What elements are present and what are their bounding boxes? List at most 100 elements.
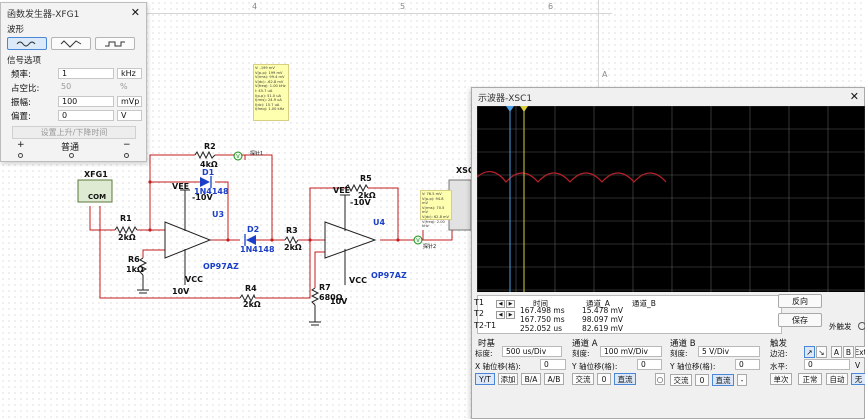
channel-b-dc-button[interactable]: 直流 xyxy=(712,374,734,386)
t1-right-arrow-icon[interactable]: ▶ xyxy=(506,300,515,308)
vcc2-value: 10V xyxy=(330,297,348,306)
oscilloscope-screen[interactable] xyxy=(476,105,865,292)
function-generator-window[interactable]: 函数发生器-XFG1 ✕ 波形 信号选项 频率: 1 kHz 占空比: 50 %… xyxy=(0,2,147,162)
r5-label: R5 xyxy=(360,174,372,183)
probe2-line: V(dc): 62.8 mV xyxy=(422,214,449,219)
xsc1-instrument xyxy=(448,179,472,231)
square-wave-button[interactable] xyxy=(95,37,135,50)
close-icon[interactable]: ✕ xyxy=(131,6,140,19)
x-position-field[interactable]: 0 xyxy=(540,359,566,370)
channel-a-position-field[interactable]: 0 xyxy=(637,359,662,370)
fg-title[interactable]: 函数发生器-XFG1 xyxy=(1,3,146,23)
d1-label: D1 xyxy=(202,168,215,177)
offset-input[interactable]: 0 xyxy=(58,110,114,121)
fg-terminals: + 普通 − xyxy=(1,139,146,161)
t2-right-arrow-icon[interactable]: ▶ xyxy=(506,311,515,319)
r6-value: 1kΩ xyxy=(126,265,144,274)
common-terminal-icon[interactable] xyxy=(69,153,74,158)
edge-label: 边沿: xyxy=(770,349,788,358)
offset-row: 偏置: 0 V xyxy=(11,109,146,122)
frequency-row: 频率: 1 kHz xyxy=(11,67,146,80)
channel-b-scale-field[interactable]: 5 V/Div xyxy=(698,346,760,357)
channel-a-trace xyxy=(476,171,667,183)
offset-label: 偏置: xyxy=(11,111,31,122)
trigger-b-button[interactable]: B xyxy=(843,346,854,358)
vee2-label: VEE xyxy=(333,186,351,195)
single-trigger-button[interactable]: 单次 xyxy=(770,373,792,385)
timebase-scale-field[interactable]: 500 us/Div xyxy=(502,346,562,357)
channel-a-dc-button[interactable]: 直流 xyxy=(614,373,636,385)
channel-a-zero-button[interactable]: 0 xyxy=(597,373,611,385)
no-trigger-button[interactable]: 无 xyxy=(851,373,865,385)
t1-left-arrow-icon[interactable]: ◀ xyxy=(496,300,505,308)
normal-trigger-button[interactable]: 正常 xyxy=(798,373,822,385)
t2-left-arrow-icon[interactable]: ◀ xyxy=(496,311,505,319)
minus-terminal-icon[interactable] xyxy=(124,153,129,158)
channel-a-scale-label: 刻度: xyxy=(572,349,590,358)
trigger-ext-button[interactable]: Ext xyxy=(855,346,865,358)
amp-unit-select[interactable]: mVp xyxy=(117,96,142,107)
t1-channel-a: 15.478 mV xyxy=(582,306,624,315)
channel-a-ac-button[interactable]: 交流 xyxy=(572,373,594,385)
ext-trigger-label: 外触发 xyxy=(829,322,852,331)
r4-value: 2kΩ xyxy=(243,300,261,309)
close-icon[interactable]: ✕ xyxy=(850,90,859,103)
channel-b-dash-button[interactable]: - xyxy=(737,374,747,386)
hdr-channel-b: 通道_B xyxy=(632,299,656,308)
r3-value: 2kΩ xyxy=(284,243,302,252)
duty-input: 50 xyxy=(61,82,72,91)
auto-trigger-button[interactable]: 自动 xyxy=(826,373,848,385)
vee1-label: VEE xyxy=(172,182,190,191)
plus-terminal-icon[interactable] xyxy=(18,153,23,158)
triangle-wave-button[interactable] xyxy=(51,37,91,50)
freq-label: 频率: xyxy=(11,69,31,80)
cursor-t2-marker xyxy=(520,106,528,112)
vcc2-label: VCC xyxy=(349,276,367,285)
add-mode-button[interactable]: 添加 xyxy=(498,373,518,385)
rising-edge-icon[interactable]: ↗ xyxy=(804,346,815,358)
yt-mode-button[interactable]: Y/T xyxy=(475,373,495,385)
x-position-label: X 轴位移(格): xyxy=(475,362,521,371)
channel-a-ground-icon[interactable]: ○ xyxy=(655,373,665,385)
t2-t1-channel-a: 82.619 mV xyxy=(582,324,624,333)
t2-time: 167.750 ms xyxy=(520,315,565,324)
channel-b-position-label: Y 轴位移(格): xyxy=(670,362,716,371)
probe2-line: V(p-p): 94.8 mV xyxy=(422,196,444,206)
waveform-buttons xyxy=(1,35,146,52)
freq-unit-select[interactable]: kHz xyxy=(117,68,142,79)
u4-value: OP97AZ xyxy=(371,271,407,280)
channel-a-scale-field[interactable]: 100 mV/Div xyxy=(600,346,662,357)
osc-title[interactable]: 示波器-XSC1 xyxy=(472,88,864,106)
probe2-label: 探针2 xyxy=(423,244,437,250)
oscilloscope-window[interactable]: 示波器-XSC1 ✕ 时间 通道_A 通道_B T1 T2 T2-T1 ◀ ▶ … xyxy=(471,87,865,419)
amplitude-row: 振幅: 100 mVp xyxy=(11,95,146,108)
amp-input[interactable]: 100 xyxy=(58,96,114,107)
channel-b-zero-button[interactable]: 0 xyxy=(695,374,709,386)
save-button[interactable]: 保存 xyxy=(778,313,822,327)
scope-display xyxy=(476,105,865,292)
channel-b-position-field[interactable]: 0 xyxy=(735,359,760,370)
duty-row: 占空比: 50 % xyxy=(11,81,146,94)
channel-b-ac-button[interactable]: 交流 xyxy=(670,374,692,386)
offset-unit-select[interactable]: V xyxy=(117,110,142,121)
r6-label: R6 xyxy=(128,255,140,264)
ab-mode-button[interactable]: A/B xyxy=(544,373,564,385)
probe1-line: I(freq): 1.00 kHz xyxy=(255,107,285,112)
trigger-level-field[interactable]: 0 xyxy=(804,359,850,370)
square-wave-icon xyxy=(105,41,125,46)
ba-mode-button[interactable]: B/A xyxy=(521,373,541,385)
probe1-label: 探针1 xyxy=(250,151,264,157)
d2-label: D2 xyxy=(247,225,260,234)
duty-unit: % xyxy=(120,82,128,91)
trigger-level-unit: V xyxy=(855,361,861,370)
trigger-a-button[interactable]: A xyxy=(831,346,842,358)
minus-terminal-label: − xyxy=(123,140,131,150)
probe2-line: V(freq): 2.00 kHz xyxy=(422,219,445,229)
freq-input[interactable]: 1 xyxy=(58,68,114,79)
reverse-button[interactable]: 反向 xyxy=(778,294,822,308)
xfg1-label: XFG1 xyxy=(84,170,108,179)
channel-b-scale-label: 刻度: xyxy=(670,349,688,358)
sine-wave-button[interactable] xyxy=(7,37,47,50)
ext-trigger-terminal-icon[interactable] xyxy=(858,322,865,330)
falling-edge-icon[interactable]: ↘ xyxy=(816,346,827,358)
